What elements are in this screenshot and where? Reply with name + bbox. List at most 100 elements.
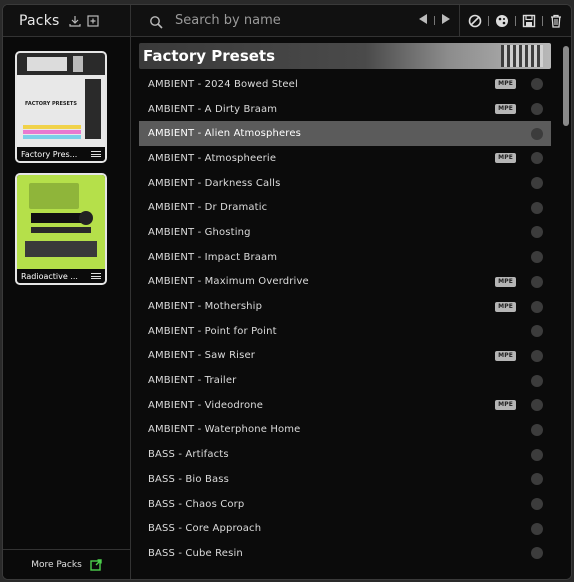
preset-name: BASS - Chaos Corp [148,498,245,510]
mpe-badge: MPE [495,104,516,115]
preset-name: AMBIENT - Alien Atmospheres [148,128,302,140]
favorite-toggle[interactable] [531,78,543,91]
save-icon[interactable] [522,14,536,28]
preset-row[interactable]: AMBIENT - Alien Atmospheres [139,121,551,147]
pack-caption: Radioactive ... [17,269,105,283]
favorite-toggle[interactable] [531,522,543,535]
preset-row[interactable]: AMBIENT - Atmospheerie MPE [139,146,551,171]
preset-name: AMBIENT - 2024 Bowed Steel [148,78,298,90]
preset-row[interactable]: AMBIENT - Videodrone MPE [139,393,551,418]
preset-row[interactable]: AMBIENT - Waterphone Home [139,418,551,443]
preset-row[interactable]: BASS - Bio Bass [139,467,551,492]
search-input[interactable] [175,13,395,28]
preset-row[interactable]: AMBIENT - Impact Braam [139,245,551,270]
pack-name: Radioactive ... [21,271,78,281]
preset-name: AMBIENT - Saw Riser [148,350,256,362]
preset-row[interactable]: AMBIENT - Mothership MPE [139,294,551,319]
preset-row[interactable]: BASS - Artifacts [139,442,551,467]
previous-preset-icon[interactable] [418,13,428,28]
hamburger-menu-icon[interactable] [91,273,101,279]
preset-name: AMBIENT - Point for Point [148,325,277,337]
preset-name: AMBIENT - A Dirty Braam [148,103,278,115]
favorite-toggle[interactable] [531,423,543,436]
tool-divider [515,15,516,26]
favorite-toggle[interactable] [531,201,543,214]
favorite-toggle[interactable] [531,349,543,362]
preset-panel: Factory Presets AMBIENT - 2024 Bowed Ste… [131,5,571,579]
favorite-toggle[interactable] [531,498,543,511]
packs-sidebar: Packs FACTORY PRESETS Factory Pres... Ra… [3,5,131,579]
preset-tools [459,5,571,36]
preset-name: BASS - Bio Bass [148,473,229,485]
favorite-toggle[interactable] [531,177,543,190]
preset-row[interactable]: AMBIENT - Trailer [139,368,551,393]
more-packs-label: More Packs [31,559,82,570]
preset-name: AMBIENT - Ghosting [148,226,251,238]
randomize-icon[interactable] [495,14,509,28]
favorite-toggle[interactable] [531,374,543,387]
tool-divider [542,15,543,26]
favorite-toggle[interactable] [531,226,543,239]
packs-title: Packs [19,12,60,29]
pack-cover-radioactive [17,175,105,269]
favorite-toggle[interactable] [531,152,543,165]
favorite-toggle[interactable] [531,547,543,560]
next-preset-icon[interactable] [441,13,451,28]
mpe-badge: MPE [495,400,516,411]
add-pack-icon[interactable] [86,14,100,28]
more-packs-link[interactable]: More Packs [3,549,130,579]
trash-icon[interactable] [549,14,563,28]
preset-row[interactable]: AMBIENT - 2024 Bowed Steel MPE [139,72,551,97]
favorite-toggle[interactable] [531,275,543,288]
favorite-toggle[interactable] [531,325,543,338]
mpe-badge: MPE [495,350,516,361]
favorite-toggle[interactable] [531,473,543,486]
pack-card-radioactive[interactable]: Radioactive ... [15,173,107,285]
preset-row[interactable]: AMBIENT - Ghosting [139,220,551,245]
preset-name: AMBIENT - Videodrone [148,399,264,411]
clear-filter-icon[interactable] [468,14,482,28]
preset-row[interactable]: BASS - Cube Resin [139,541,551,566]
banner-title: Factory Presets [143,47,276,65]
pack-card-factory-presets[interactable]: FACTORY PRESETS Factory Pres... [15,51,107,163]
preset-name: BASS - Artifacts [148,449,229,461]
favorite-toggle[interactable] [531,251,543,264]
preset-name: AMBIENT - Dr Dramatic [148,202,268,214]
preset-row[interactable]: AMBIENT - A Dirty Braam MPE [139,97,551,122]
pack-banner: Factory Presets [139,43,551,69]
preset-list-area: Factory Presets AMBIENT - 2024 Bowed Ste… [131,38,571,579]
preset-row[interactable]: AMBIENT - Point for Point [139,319,551,344]
preset-row[interactable]: BASS - Core Approach [139,516,551,541]
list-scrollbar[interactable] [563,46,569,126]
hamburger-menu-icon[interactable] [91,151,101,157]
favorite-toggle[interactable] [531,300,543,313]
preset-row[interactable]: BASS - Chaos Corp [139,492,551,517]
preset-name: AMBIENT - Maximum Overdrive [148,276,309,288]
mpe-badge: MPE [495,153,516,164]
preset-name: AMBIENT - Darkness Calls [148,177,281,189]
preset-browser: Packs FACTORY PRESETS Factory Pres... Ra… [2,4,572,580]
preset-nav [418,13,451,28]
search-toolbar [131,5,571,37]
favorite-toggle[interactable] [531,399,543,412]
preset-name: BASS - Cube Resin [148,547,243,559]
preset-row[interactable]: AMBIENT - Maximum Overdrive MPE [139,270,551,295]
favorite-toggle[interactable] [531,127,543,140]
pack-caption: Factory Pres... [17,147,105,161]
download-icon[interactable] [68,14,82,28]
mpe-badge: MPE [495,79,516,90]
preset-name: AMBIENT - Mothership [148,301,263,313]
preset-row[interactable]: AMBIENT - Saw Riser MPE [139,344,551,369]
search-icon [149,14,163,29]
preset-row[interactable]: AMBIENT - Darkness Calls [139,171,551,196]
search-bar [131,13,418,29]
preset-row[interactable]: AMBIENT - Dr Dramatic [139,195,551,220]
tool-divider [488,15,489,26]
preset-list: AMBIENT - 2024 Bowed Steel MPE AMBIENT - A… [139,72,551,566]
favorite-toggle[interactable] [531,103,543,116]
favorite-toggle[interactable] [531,448,543,461]
packs-header: Packs [3,5,130,37]
preset-name: BASS - Core Approach [148,523,262,535]
pack-cover-factory: FACTORY PRESETS [17,53,105,147]
qr-code-graphic [501,45,543,67]
